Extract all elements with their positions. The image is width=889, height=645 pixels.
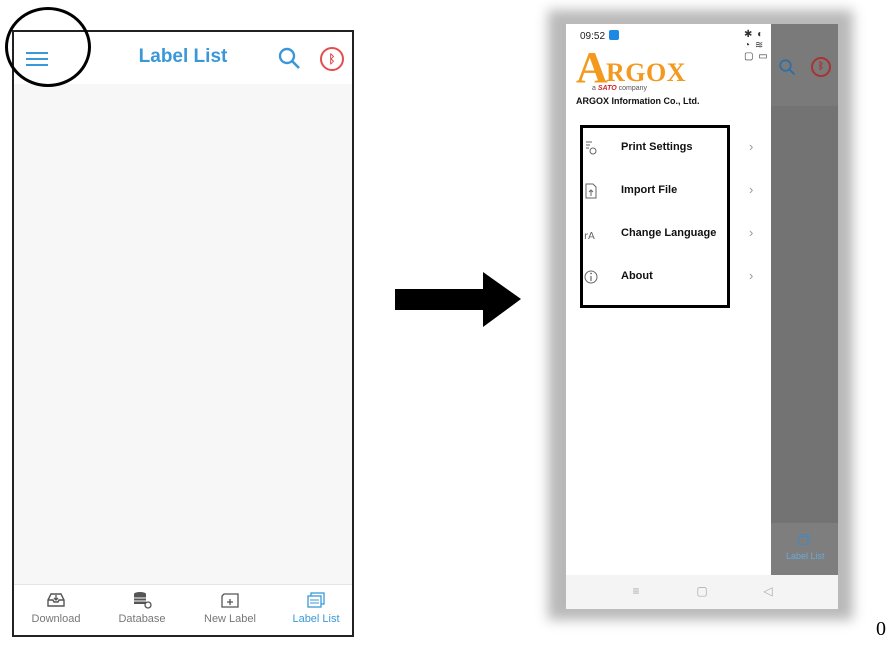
nav-label-label-list: Label List [292,613,340,625]
dimmed-app-bar: ᛒ [771,24,838,106]
label-list-screen: Label List ᛒ Download Database New Label… [12,30,354,637]
bottom-navigation: Download Database New Label Label List [14,584,352,635]
chevron-right-icon: › [749,268,754,283]
page-number: 0 [876,618,886,640]
back-icon[interactable]: ◁ [760,584,776,600]
chevron-right-icon: › [749,225,754,240]
bluetooth-disconnected-icon: ᛒ [811,57,831,77]
label-list-content [14,84,352,585]
dimmed-bottom-nav: Label List [771,523,838,575]
nav-download[interactable]: Download [16,591,96,625]
search-icon[interactable] [277,46,301,70]
home-icon[interactable]: ▢ [694,584,710,600]
annotation-circle [5,7,91,87]
phone-screen: ᛒ Label List 09:52 ✱ ◐ ◔ ≋ ▢ ▭ A RGOX a … [566,24,838,609]
notification-icon [609,30,620,40]
nav-label-new-label: New Label [204,613,256,625]
nav-label-database: Database [118,613,166,625]
chevron-right-icon: › [749,182,754,197]
navigation-drawer-screen: ᛒ Label List 09:52 ✱ ◐ ◔ ≋ ▢ ▭ A RGOX a … [566,24,838,609]
database-icon [134,592,152,609]
company-name: ARGOX Information Co., Ltd. [576,96,700,106]
nav-database[interactable]: Database [102,591,182,625]
nav-new-label[interactable]: New Label [190,591,270,625]
nav-label-list[interactable]: Label List [276,591,356,625]
system-navigation-bar: ≡ ▢ ◁ [566,575,838,609]
menu-icon[interactable]: ≡ [628,584,644,600]
logo-tagline: a SATO company [592,85,648,92]
download-tray-icon [47,593,65,607]
bluetooth-disconnected-icon[interactable]: ᛒ [320,47,344,71]
label-list-icon [797,534,811,545]
drawer-scrim[interactable]: ᛒ Label List [771,24,838,609]
navigation-drawer: 09:52 ✱ ◐ ◔ ≋ ▢ ▭ A RGOX a SATO company … [566,24,771,575]
new-label-icon [221,593,239,608]
label-list-icon [307,592,325,608]
status-icons: ✱ ◐ ◔ ≋ ▢ ▭ [744,29,769,62]
search-icon [779,59,796,76]
status-time: 09:52 [580,30,620,42]
nav-label-label-list: Label List [786,551,825,561]
annotation-box [580,125,730,308]
nav-label-download: Download [31,613,81,625]
chevron-right-icon: › [749,139,754,154]
right-arrow-icon [395,272,521,327]
